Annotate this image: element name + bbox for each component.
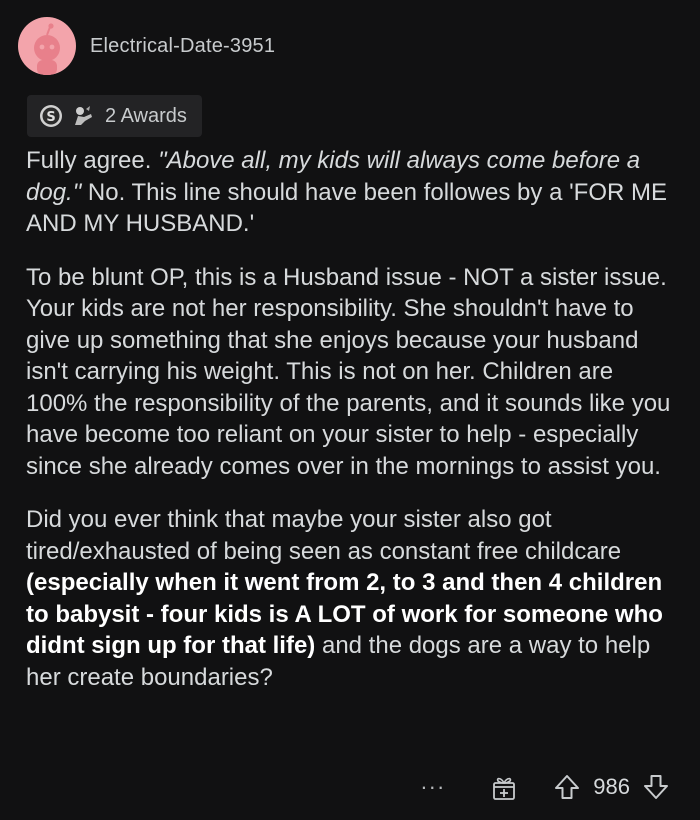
svg-text:S: S (46, 110, 55, 125)
comment-body: Fully agree. "Above all, my kids will al… (26, 145, 676, 715)
reddit-snoo-icon (34, 23, 60, 75)
paragraph-text: Fully agree. (26, 147, 159, 174)
more-options-icon[interactable]: ··· (420, 776, 445, 798)
paragraph-text: Did you ever think that maybe your siste… (26, 506, 622, 565)
awards-label: 2 Awards (105, 104, 187, 127)
comment-paragraph-3: Did you ever think that maybe your siste… (26, 504, 676, 693)
username[interactable]: Electrical-Date-3951 (90, 35, 275, 58)
vote-score: 986 (593, 774, 630, 799)
paragraph-text: No. This line should have been followes … (26, 178, 667, 238)
comment-actions: ··· 986 (420, 769, 670, 805)
comment-header: Electrical-Date-3951 (18, 17, 275, 75)
comment: Electrical-Date-3951 S 2 Awards Fully ag… (0, 0, 700, 820)
comment-paragraph-2: To be blunt OP, this is a Husband issue … (26, 263, 671, 480)
comment-paragraph-1: Fully agree. "Above all, my kids will al… (26, 145, 676, 240)
gift-award-icon[interactable] (489, 772, 519, 802)
downvote-arrow-icon[interactable] (642, 773, 670, 801)
helpful-award-icon (75, 106, 92, 125)
upvote-arrow-icon[interactable] (553, 773, 581, 801)
silver-award-icon: S (40, 105, 62, 127)
awards-pill[interactable]: S 2 Awards (27, 95, 202, 137)
avatar[interactable] (18, 17, 76, 75)
